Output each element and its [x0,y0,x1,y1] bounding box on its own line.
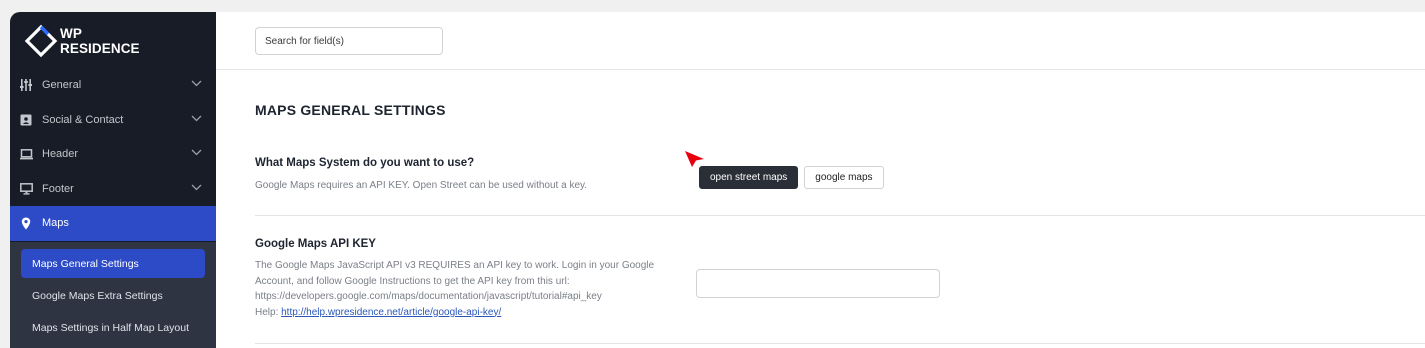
api-key-desc-line: The Google Maps JavaScript API v3 REQUIR… [255,260,655,271]
sliders-icon [19,78,33,92]
logo-mark-icon [24,24,58,58]
subnav-label: Google Maps Extra Settings [32,289,163,302]
brand-line1: WP [60,26,82,41]
api-key-input[interactable] [696,269,940,298]
search-input[interactable] [255,27,443,55]
sidebar-item-social-contact[interactable]: Social & Contact [10,103,216,138]
maps-system-label: What Maps System do you want to use? [255,157,475,169]
sidebar-item-label: Maps [42,217,69,230]
sidebar-item-label: Footer [42,182,74,195]
chevron-down-icon [191,184,202,190]
sidebar: WP RESIDENCE General Social & Contact He… [10,12,216,348]
main-content: MAPS GENERAL SETTINGS What Maps System d… [216,12,1425,348]
laptop-icon [19,147,33,161]
chevron-down-icon [191,80,202,87]
brand-logo[interactable]: WP RESIDENCE [24,24,140,58]
sidebar-item-maps[interactable]: Maps [10,206,216,241]
subnav-maps-half-map-layout[interactable]: Maps Settings in Half Map Layout [21,313,205,342]
sidebar-item-label: Header [42,148,79,161]
api-key-desc-line: Account, and follow Google Instructions … [255,275,570,287]
sidebar-item-footer[interactable]: Footer [10,172,216,207]
maps-system-description: Google Maps requires an API KEY. Open St… [255,180,588,191]
monitor-icon [19,182,33,196]
subnav-google-maps-extra-settings[interactable]: Google Maps Extra Settings [21,281,205,310]
sidebar-item-label: Social & Contact [42,113,124,126]
sidebar-item-general[interactable]: General [10,68,216,103]
open-street-maps-button[interactable]: open street maps [699,166,799,189]
subnav-maps-general-settings[interactable]: Maps General Settings [21,249,205,278]
header-divider [216,69,1425,70]
sidebar-item-header[interactable]: Header [10,137,216,172]
help-prefix: Help: [255,306,282,318]
settings-panel: WP RESIDENCE General Social & Contact He… [10,12,1425,348]
sidebar-item-label: General [42,79,82,92]
api-key-desc-line: https://developers.google.com/maps/docum… [255,291,602,302]
row-divider [255,343,1425,344]
map-pin-icon [19,216,33,230]
maps-system-toggle: open street maps google maps [699,166,884,189]
contact-card-icon [19,113,33,127]
maps-subnav: Maps General Settings Google Maps Extra … [10,242,216,348]
page-title: MAPS GENERAL SETTINGS [255,102,446,118]
brand-name: WP RESIDENCE [60,26,140,56]
row-divider [255,215,1425,216]
brand-line2: RESIDENCE [60,41,140,56]
api-key-description: The Google Maps JavaScript API v3 REQUIR… [255,258,654,320]
help-link[interactable]: http://help.wpresidence.net/article/goog… [281,307,501,318]
search-box [255,27,443,55]
subnav-label: Maps General Settings [32,257,139,270]
subnav-label: Maps Settings in Half Map Layout [32,321,189,334]
sidebar-nav: General Social & Contact Header Footer M… [10,68,216,241]
google-maps-button[interactable]: google maps [804,166,884,189]
chevron-down-icon [191,149,202,156]
api-key-label: Google Maps API KEY [255,238,376,250]
chevron-down-icon [191,115,202,121]
api-key-help: Help: http://help.wpresidence.net/articl… [255,305,654,321]
